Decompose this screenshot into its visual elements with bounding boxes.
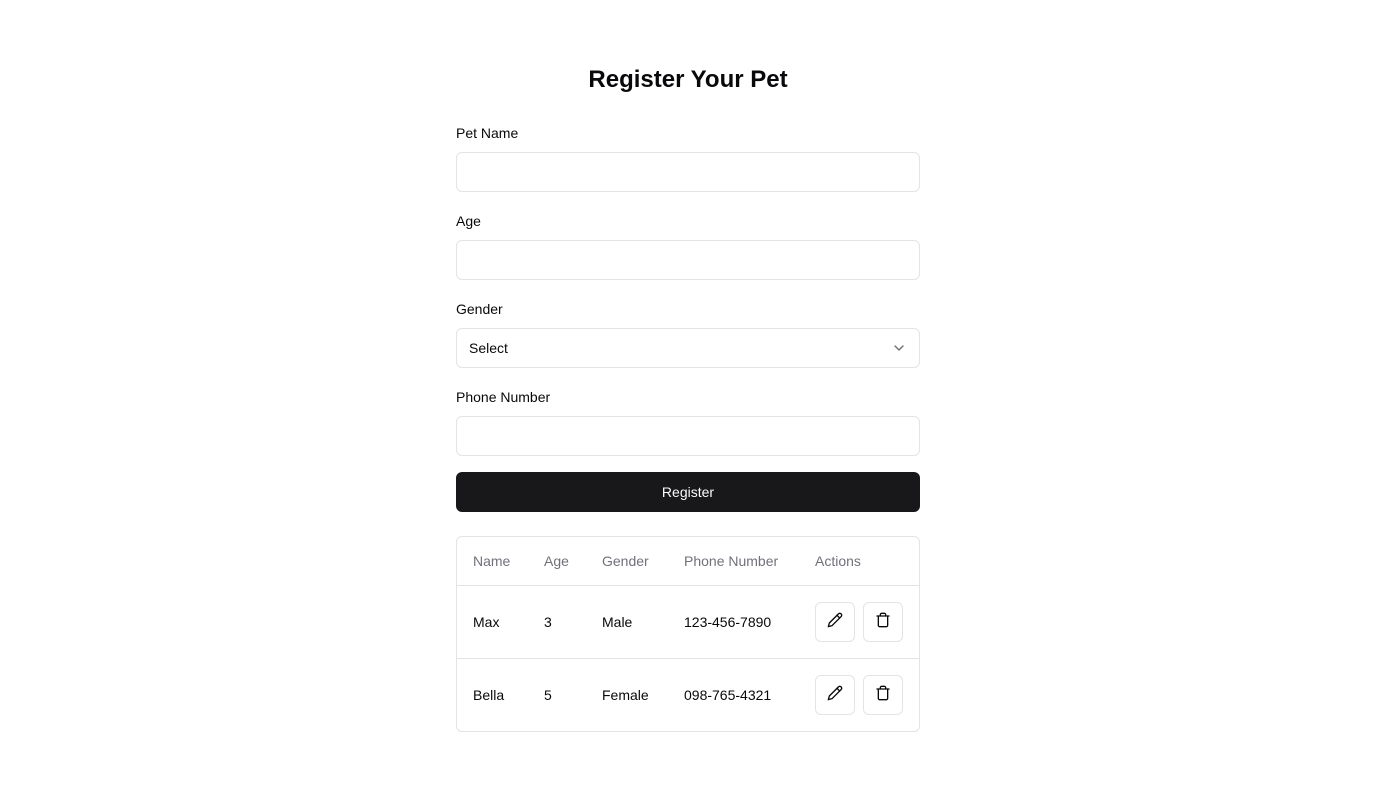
page-title: Register Your Pet (588, 66, 788, 93)
cell-age: 5 (528, 657, 586, 731)
edit-button[interactable] (815, 674, 855, 715)
chevron-down-icon (891, 340, 907, 356)
pet-name-input[interactable] (456, 152, 920, 192)
phone-input[interactable] (456, 416, 920, 456)
edit-button[interactable] (815, 601, 855, 642)
cell-phone: 098-765-4321 (668, 657, 799, 731)
header-actions: Actions (799, 537, 919, 586)
cell-gender: Male (602, 613, 633, 630)
table-header-row: Name Age Gender Phone Number Actions (457, 537, 919, 586)
pet-name-label: Pet Name (456, 125, 519, 141)
age-input[interactable] (456, 240, 920, 280)
header-phone: Phone Number (668, 537, 799, 586)
gender-select-value: Select (469, 340, 508, 356)
cell-name: Bella (457, 657, 528, 731)
pets-table: Name Age Gender Phone Number Actions Max… (456, 536, 920, 732)
pencil-icon (827, 685, 843, 704)
cell-age: 3 (544, 613, 552, 630)
table-row: Max 3 Male 123-456-7890 (457, 585, 919, 658)
trash-icon (875, 685, 891, 704)
gender-label: Gender (456, 301, 503, 317)
phone-label: Phone Number (456, 389, 551, 405)
table-row: Bella 5 Female 098-765-4321 (457, 657, 919, 731)
register-button[interactable]: Register (456, 472, 920, 512)
cell-actions (799, 657, 919, 731)
cell-name: Max (473, 613, 500, 630)
age-label: Age (456, 213, 481, 229)
cell-actions (799, 585, 919, 658)
header-age: Age (528, 537, 586, 586)
delete-button[interactable] (863, 601, 903, 642)
header-gender: Gender (586, 537, 668, 586)
cell-gender: Female (586, 657, 668, 731)
trash-icon (875, 612, 891, 631)
pencil-icon (827, 612, 843, 631)
header-name: Name (457, 537, 528, 586)
gender-select[interactable]: Select (456, 328, 920, 368)
cell-phone: 123-456-7890 (684, 613, 772, 630)
delete-button[interactable] (863, 674, 903, 715)
